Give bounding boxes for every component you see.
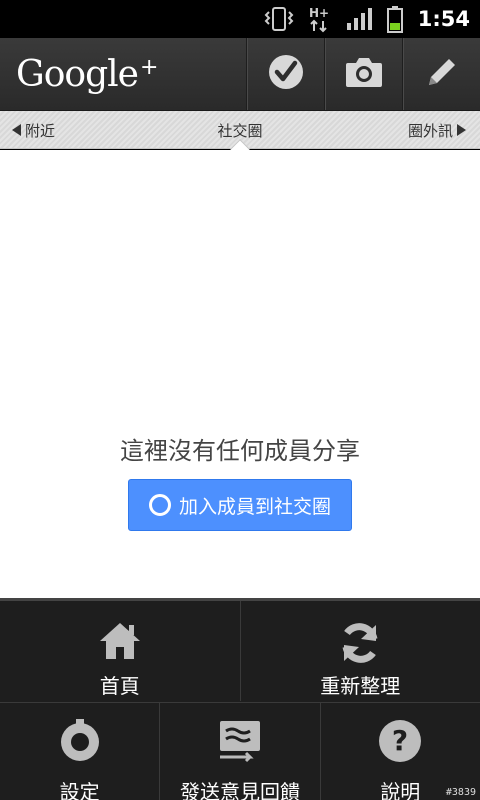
refresh-icon	[336, 619, 384, 671]
options-menu: 首頁 重新整理 設定 發送意見回饋 ? 說明 #3839	[0, 598, 480, 800]
menu-item-help[interactable]: ? 說明	[321, 703, 480, 800]
status-bar: H+ 1:54	[0, 0, 480, 38]
menu-row: 首頁 重新整理	[0, 601, 480, 701]
battery-icon	[386, 5, 404, 33]
camera-button[interactable]	[324, 38, 402, 110]
pencil-icon	[423, 53, 461, 95]
add-button-label: 加入成員到社交圈	[178, 495, 331, 518]
google-plus-logo[interactable]: Google +	[0, 38, 246, 110]
triangle-right-icon	[457, 124, 466, 136]
signal-icon	[346, 7, 372, 31]
network-type-label: H+	[309, 6, 329, 20]
menu-label-home: 首頁	[99, 674, 140, 698]
menu-row: 設定 發送意見回饋 ? 說明	[0, 702, 480, 800]
nav-center-label: 社交圈	[217, 121, 263, 140]
vibrate-icon	[264, 6, 294, 32]
home-icon	[96, 619, 144, 667]
nav-next-incoming[interactable]: 圈外訊	[408, 111, 466, 149]
logo-plus: +	[139, 54, 158, 80]
checkin-button[interactable]	[246, 38, 324, 110]
menu-item-feedback[interactable]: 發送意見回饋	[160, 703, 321, 800]
add-people-to-circles-button[interactable]: 加入成員到社交圈	[128, 479, 352, 531]
menu-label-refresh: 重新整理	[320, 674, 401, 698]
menu-item-home[interactable]: 首頁	[0, 601, 241, 701]
menu-item-settings[interactable]: 設定	[0, 703, 161, 800]
feedback-icon	[214, 717, 266, 769]
menu-item-refresh[interactable]: 重新整理	[241, 601, 480, 701]
settings-icon	[56, 717, 104, 769]
menu-label-feedback: 發送意見回饋	[179, 780, 300, 800]
action-bar: Google +	[0, 38, 480, 111]
logo-text: Google	[16, 53, 139, 95]
circle-icon	[148, 494, 171, 516]
status-time: 1:54	[417, 7, 470, 31]
nav-right-label: 圈外訊	[407, 121, 453, 140]
svg-text:?: ?	[392, 724, 408, 757]
watermark: #3839	[445, 787, 476, 798]
menu-label-help: 說明	[380, 780, 421, 800]
menu-label-settings: 設定	[59, 780, 100, 800]
compose-button[interactable]	[402, 38, 480, 110]
help-icon: ?	[376, 717, 424, 769]
network-type-icon: H+	[308, 5, 332, 33]
stream-content: 這裡沒有任何成員分享 加入成員到社交圈	[0, 150, 480, 598]
checkin-icon	[267, 53, 305, 95]
empty-stream-message: 這裡沒有任何成員分享	[120, 437, 360, 465]
camera-icon	[344, 55, 384, 93]
